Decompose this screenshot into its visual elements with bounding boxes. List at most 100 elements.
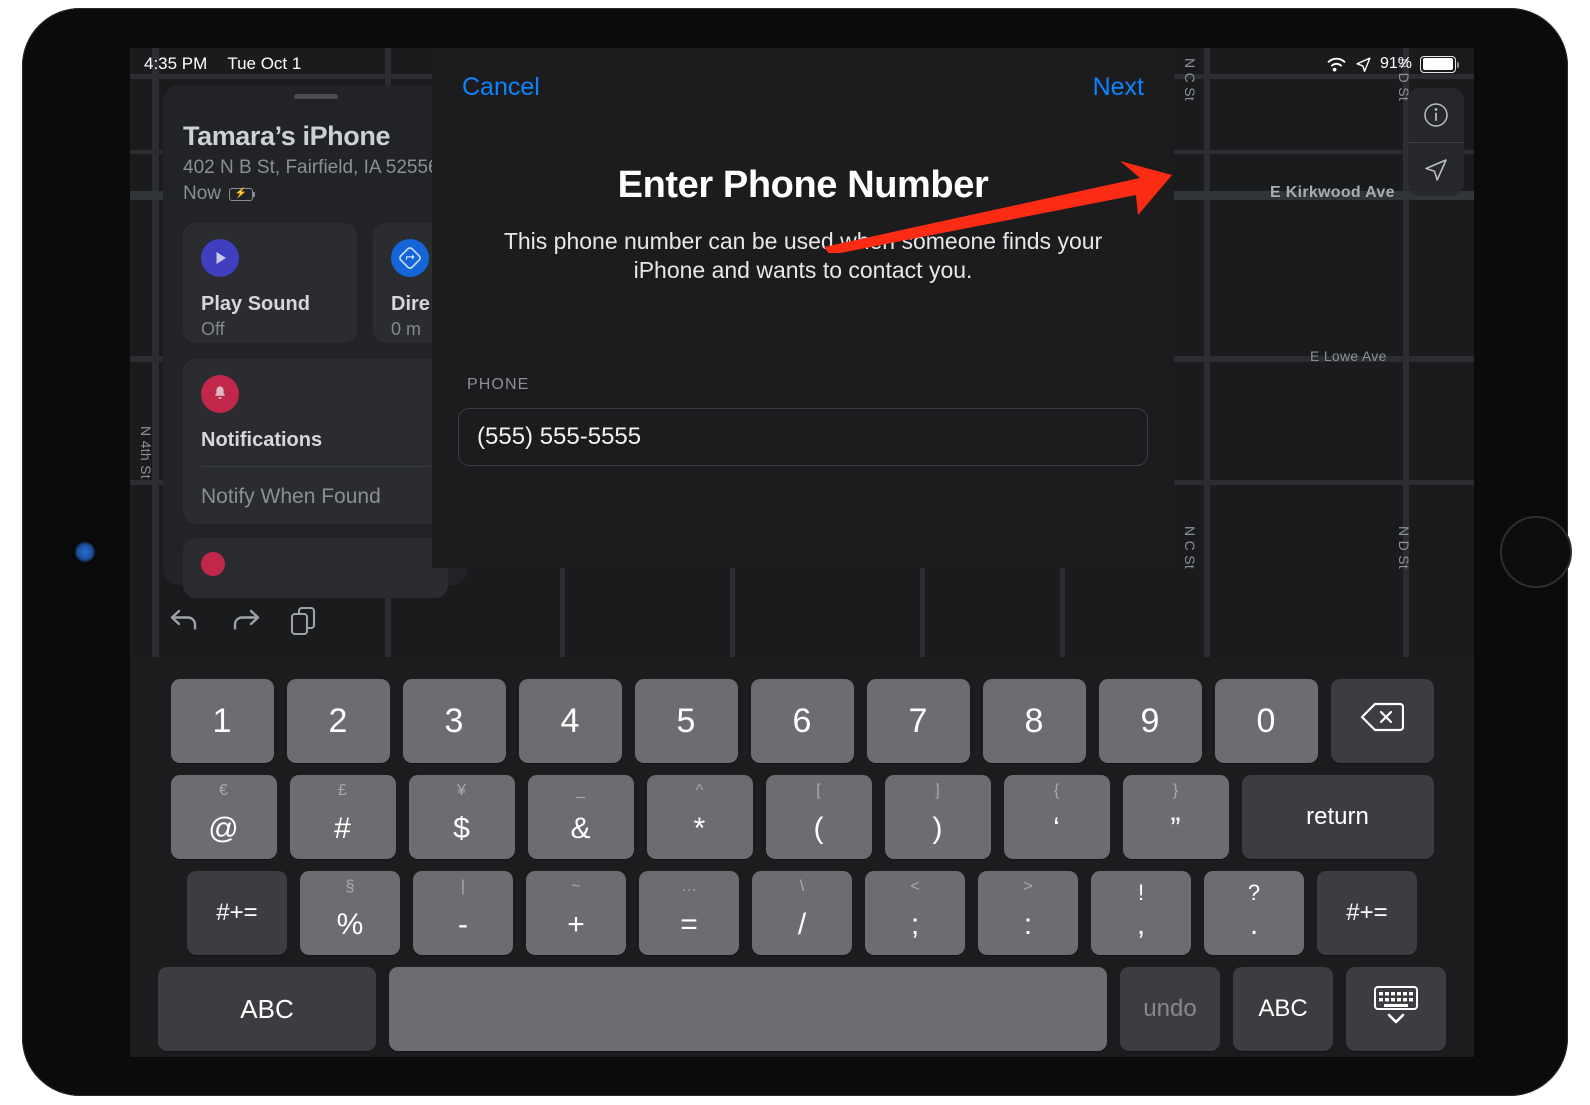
map-label-n-d-st: N D St <box>1396 526 1412 570</box>
key-label: 4 <box>560 701 580 740</box>
find-my-device-panel[interactable]: Tamara’s iPhone 402 N B St, Fairfield, I… <box>163 85 547 598</box>
key-label: 6 <box>792 701 812 740</box>
screen: N C St N D St N C St N D St N 4th St E K… <box>130 48 1474 1057</box>
return-key[interactable]: return <box>1241 775 1434 859</box>
key-9[interactable]: 9 <box>1098 679 1202 763</box>
key-label: ; <box>910 908 920 941</box>
key-1[interactable]: 1 <box>170 679 274 763</box>
panel-grabber[interactable] <box>293 94 338 99</box>
key-%[interactable]: §% <box>300 871 400 955</box>
key-label: - <box>458 908 468 941</box>
notifications-title: Notifications <box>201 429 323 451</box>
map-label-n-c-st: N C St <box>1182 526 1198 570</box>
phone-input-wrapper[interactable]: (555) 555-5555 <box>458 407 1148 466</box>
location-arrow-icon <box>1425 158 1447 181</box>
key-;[interactable]: <; <box>865 871 965 955</box>
info-button[interactable] <box>1408 88 1464 142</box>
modal-action-bar: Cancel Next <box>432 48 1174 126</box>
undo-key[interactable]: undo <box>1120 967 1220 1051</box>
map-label-e-kirkwood-ave: E Kirkwood Ave <box>1270 184 1395 201</box>
key-alt-glyph: £ <box>338 782 347 799</box>
key--[interactable]: | - <box>413 871 513 955</box>
hide-keyboard-key[interactable] <box>1346 967 1446 1051</box>
home-button[interactable] <box>1500 516 1572 588</box>
key-label: 2 <box>328 701 348 740</box>
key-alt-glyph: _ <box>576 782 585 799</box>
bell-icon <box>201 552 225 576</box>
key-+[interactable]: ~ + <box>526 871 626 955</box>
key-,[interactable]: !, <box>1091 871 1191 955</box>
key-7[interactable]: 7 <box>866 679 970 763</box>
key-label: undo <box>1143 995 1197 1022</box>
key-$[interactable]: ¥ $ <box>408 775 515 859</box>
directions-icon <box>391 239 429 277</box>
key-”[interactable]: }” <box>1122 775 1229 859</box>
notifications-card[interactable]: Notifications Notify When Found <box>183 359 448 524</box>
key-5[interactable]: 5 <box>634 679 738 763</box>
key-alt-glyph: \ <box>799 878 805 895</box>
modal-title: Enter Phone Number <box>617 164 989 206</box>
phone-field-label: PHONE <box>467 375 530 393</box>
bell-icon <box>201 375 239 413</box>
key-label: ABC <box>240 993 294 1024</box>
key-8[interactable]: 8 <box>982 679 1086 763</box>
device-name: Tamara’s iPhone <box>183 121 391 151</box>
key-3[interactable]: 3 <box>402 679 506 763</box>
key-alt-glyph: ! <box>1137 880 1145 905</box>
key-/[interactable]: \ / <box>752 871 852 955</box>
key-label: % <box>336 908 364 941</box>
backspace-key[interactable] <box>1330 679 1434 763</box>
key-label: ) <box>932 812 943 845</box>
key-label: $ <box>453 812 470 845</box>
device-status-row: Now ⚡ <box>183 183 448 205</box>
key-label: 3 <box>444 701 464 740</box>
key-2[interactable]: 2 <box>286 679 390 763</box>
symbols-key-right[interactable]: #+= <box>1317 871 1417 955</box>
locate-button[interactable] <box>1408 142 1464 196</box>
phone-input[interactable]: (555) 555-5555 <box>477 423 641 451</box>
undo-arrow-icon[interactable] <box>168 606 202 636</box>
key-&[interactable]: _ & <box>527 775 634 859</box>
key-alt-glyph: ? <box>1247 880 1261 905</box>
device-timestamp: Now <box>183 183 222 204</box>
key-6[interactable]: 6 <box>750 679 854 763</box>
next-button[interactable]: Next <box>1093 73 1144 102</box>
map-label-n-4th-st: N 4th St <box>138 426 154 479</box>
key-*[interactable]: ^ * <box>646 775 753 859</box>
device-address: 402 N B St, Fairfield, IA 52556 <box>183 157 439 178</box>
key-label: 5 <box>676 701 696 740</box>
device-action-row: Play Sound Off Dire 0 m <box>183 223 547 343</box>
key-alt-glyph: ~ <box>571 878 581 895</box>
cancel-button[interactable]: Cancel <box>462 73 540 102</box>
space-key[interactable] <box>389 967 1107 1051</box>
hide-keyboard-icon <box>1371 984 1421 1035</box>
redo-arrow-icon[interactable] <box>228 606 262 636</box>
key-=[interactable]: … = <box>639 871 739 955</box>
key-:[interactable]: >: <box>978 871 1078 955</box>
backspace-icon <box>1360 701 1405 742</box>
abc-key-right[interactable]: ABC <box>1233 967 1333 1051</box>
clipboard-paste-icon[interactable] <box>288 605 318 637</box>
enter-phone-number-modal: Cancel Next Enter Phone Number This phon… <box>432 48 1174 568</box>
key-alt-glyph: | <box>460 878 466 895</box>
symbols-key-left[interactable]: #+= <box>187 871 287 955</box>
key-alt-glyph: [ <box>816 782 821 799</box>
abc-key-left[interactable]: ABC <box>158 967 376 1051</box>
key-)[interactable]: ]) <box>884 775 991 859</box>
play-sound-card[interactable]: Play Sound Off <box>183 223 357 343</box>
key-alt-glyph: ¥ <box>457 782 466 799</box>
key-‘[interactable]: {‘ <box>1003 775 1110 859</box>
key-label: , <box>1136 908 1146 941</box>
key-@[interactable]: € @ <box>170 775 277 859</box>
key-alt-glyph: … <box>681 878 697 895</box>
play-circle-icon <box>201 239 239 277</box>
key-#[interactable]: £ # <box>289 775 396 859</box>
key-4[interactable]: 4 <box>518 679 622 763</box>
key-.[interactable]: ?. <box>1204 871 1304 955</box>
key-alt-glyph: } <box>1172 782 1179 799</box>
key-([interactable]: [( <box>765 775 872 859</box>
notify-when-found-row[interactable]: Notify When Found <box>201 467 430 509</box>
key-0[interactable]: 0 <box>1214 679 1318 763</box>
map-label-e-lowe-ave: E Lowe Ave <box>1310 348 1387 364</box>
key-label: 1 <box>212 701 232 740</box>
